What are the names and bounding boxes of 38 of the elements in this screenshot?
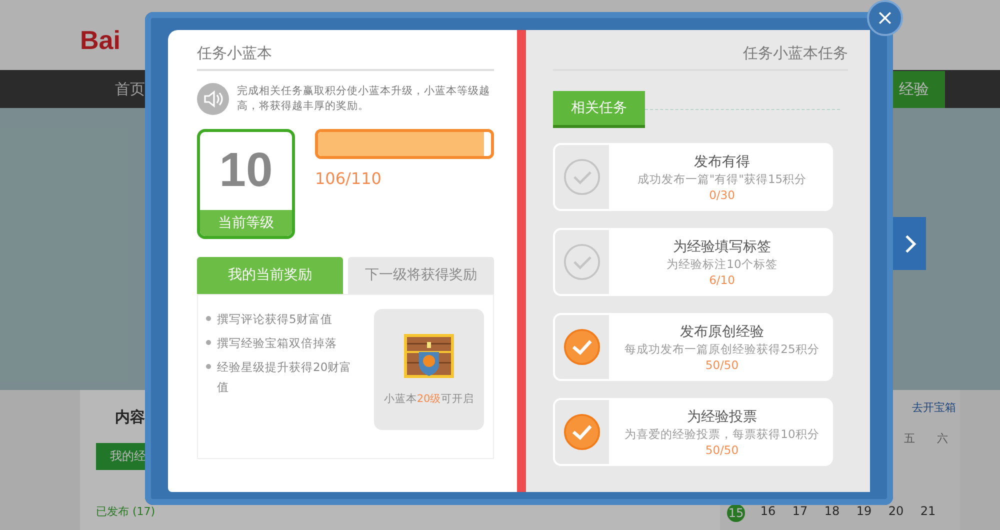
calendar-date[interactable]: 18 (816, 504, 848, 522)
calendar-date[interactable]: 20 (880, 504, 912, 522)
next-button[interactable] (893, 217, 926, 270)
task-title: 发布原创经验 (680, 322, 764, 340)
close-icon (876, 9, 894, 27)
reward-item: 经验星级提升获得20财富值 (217, 359, 353, 396)
calendar-date[interactable]: 16 (752, 504, 784, 522)
section-tag: 相关任务 (552, 91, 645, 128)
level-number: 10 (218, 143, 274, 199)
task-description: 成功发布一篇"有得"获得15积分 (637, 172, 807, 186)
weekday-label: 五 (904, 431, 915, 446)
task-title: 发布有得 (694, 152, 750, 170)
bullet-icon (206, 364, 211, 369)
logo[interactable]: Bai (80, 24, 120, 56)
bullet-icon (206, 316, 211, 321)
speaker-icon (197, 83, 229, 115)
status-text: 已发布 (17) (96, 504, 156, 519)
task-description: 为喜爱的经验投票，每票获得10积分 (624, 426, 820, 442)
page-title: 任务小蓝本任务 (552, 44, 848, 71)
chest-caption: 小蓝本20级可开启 (384, 392, 474, 406)
calendar-date[interactable]: 17 (784, 504, 816, 522)
section-title: 内容 (114, 408, 145, 427)
task-title: 为经验填写标签 (672, 238, 771, 256)
bullet-icon (206, 340, 211, 345)
task-description: 每成功发布一篇原创经验获得25积分 (624, 342, 820, 356)
level-label: 当前等级 (200, 210, 292, 236)
calendar-date[interactable]: 19 (848, 504, 880, 522)
task-description: 为经验标注10个标签 (666, 256, 778, 272)
weekday-label: 六 (937, 431, 948, 446)
page-title: 任务小蓝本 (197, 44, 494, 71)
task-title: 为经验投票 (686, 408, 757, 426)
calendar-date[interactable]: 21 (912, 504, 944, 522)
intro-text: 完成相关任务赢取积分使小蓝本升级，小蓝本等级越高，将获得越丰厚的奖励。 (237, 84, 491, 114)
treasure-chest-icon (404, 334, 454, 378)
reward-item: 撰写评论获得5财富值 (217, 311, 332, 328)
reward-item: 撰写经验宝箱双倍掉落 (217, 335, 337, 352)
chest-link[interactable]: 去开宝箱 (912, 400, 960, 415)
progress-reading: 106/110 (315, 169, 382, 188)
